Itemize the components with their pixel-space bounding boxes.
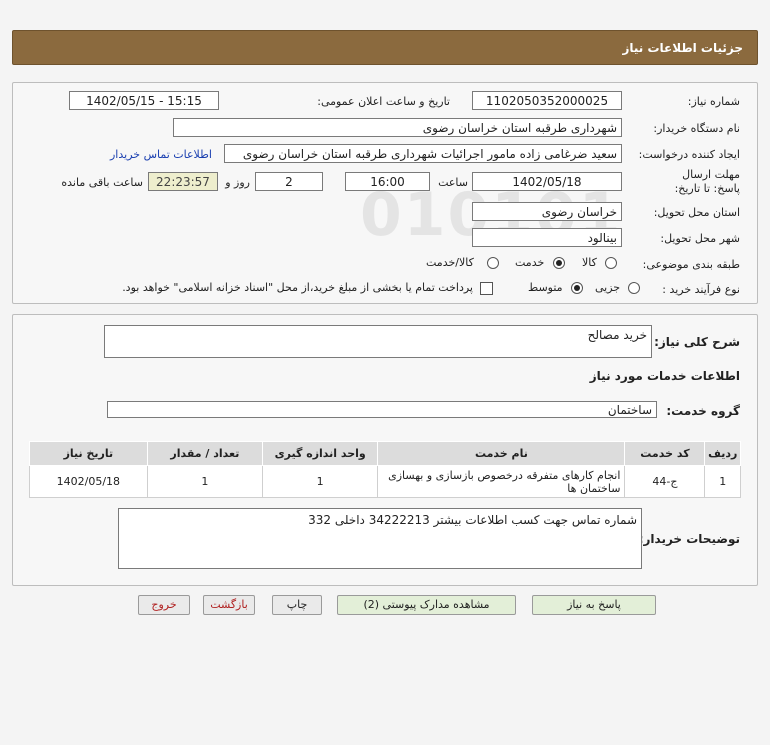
category-option-service: خدمت (515, 256, 545, 269)
service-group-label: گروه خدمت: (666, 404, 740, 418)
cell-need-date: 1402/05/18 (29, 465, 148, 498)
table-row: 1 ج-44 انجام کارهای متفرقه درخصوص بازساز… (29, 465, 741, 498)
cell-service-code: ج-44 (624, 465, 706, 498)
view-attachments-button[interactable]: مشاهده مدارک پیوستی (2) (337, 595, 516, 615)
city-field: بینالود (472, 228, 622, 247)
col-header-service-code: کد خدمت (624, 441, 706, 466)
col-header-quantity: تعداد / مقدار (146, 441, 264, 466)
cell-unit: 1 (262, 465, 379, 498)
process-radio-medium[interactable] (571, 282, 583, 294)
announce-field: 1402/05/15 - 15:15 (69, 91, 219, 110)
col-header-need-date: تاریخ نیاز (29, 441, 148, 466)
remaining-time-field: 22:23:57 (148, 172, 218, 191)
exit-button[interactable]: خروج (138, 595, 190, 615)
page-title: جزئیات اطلاعات نیاز (622, 41, 743, 55)
cell-service-name: انجام کارهای متفرقه درخصوص بازسازی و بهس… (377, 465, 626, 498)
days-field: 2 (255, 172, 323, 191)
treasury-payment-checkbox[interactable] (480, 282, 493, 295)
creator-field: سعید ضرغامی زاده مامور اجرائیات شهرداری … (224, 144, 622, 163)
province-field: خراسان رضوی (472, 202, 622, 221)
print-button[interactable]: چاپ (272, 595, 322, 615)
need-number-label: شماره نیاز: (687, 95, 740, 108)
col-header-unit: واحد اندازه گیری (262, 441, 379, 466)
summary-field: خرید مصالح (104, 325, 652, 358)
announce-label: تاریخ و ساعت اعلان عمومی: (317, 95, 450, 108)
services-section-title: اطلاعات خدمات مورد نیاز (589, 369, 740, 383)
category-label: طبقه بندی موضوعی: (642, 258, 740, 271)
back-button[interactable]: بازگشت (203, 595, 255, 615)
deadline-time-field: 16:00 (345, 172, 430, 191)
need-number-field: 1102050352000025 (472, 91, 622, 110)
treasury-payment-note: پرداخت تمام یا بخشی از مبلغ خرید،از محل … (122, 281, 473, 294)
col-header-row-number: ردیف (704, 441, 741, 466)
buyer-org-field: شهرداری طرقبه استان خراسان رضوی (173, 118, 622, 137)
category-radio-goods-service[interactable] (487, 257, 499, 269)
category-radio-service[interactable] (553, 257, 565, 269)
buyer-contact-link[interactable]: اطلاعات تماس خریدار (110, 148, 212, 161)
category-radio-goods[interactable] (605, 257, 617, 269)
province-label: استان محل تحویل: (653, 206, 740, 219)
buyer-notes-label: توضیحات خریدار: (638, 532, 740, 546)
summary-label: شرح کلی نیاز: (654, 335, 740, 349)
cell-quantity: 1 (146, 465, 264, 498)
city-label: شهر محل تحویل: (660, 232, 740, 245)
creator-label: ایجاد کننده درخواست: (638, 148, 740, 161)
buyer-notes-field: شماره تماس جهت کسب اطلاعات بیشتر 3422221… (118, 508, 642, 569)
deadline-label: مهلت ارسال پاسخ: تا تاریخ: (674, 168, 740, 195)
category-option-goods-service: کالا/خدمت (426, 256, 474, 269)
buyer-org-label: نام دستگاه خریدار: (653, 122, 740, 135)
services-table: ردیف کد خدمت نام خدمت واحد اندازه گیری ت… (29, 441, 741, 498)
service-group-field: ساختمان (107, 401, 657, 418)
process-radio-minor[interactable] (628, 282, 640, 294)
reply-button[interactable]: پاسخ به نیاز (532, 595, 656, 615)
category-option-goods: کالا (582, 256, 597, 269)
deadline-time-label: ساعت (438, 176, 468, 189)
services-table-wrap: ردیف کد خدمت نام خدمت واحد اندازه گیری ت… (29, 441, 741, 498)
process-option-minor: جزیی (595, 281, 621, 294)
process-option-medium: متوسط (528, 281, 563, 294)
page-header: جزئیات اطلاعات نیاز (12, 30, 758, 65)
deadline-date-field: 1402/05/18 (472, 172, 622, 191)
days-label: روز و (225, 176, 250, 189)
table-header-row: ردیف کد خدمت نام خدمت واحد اندازه گیری ت… (29, 441, 741, 466)
cell-row-number: 1 (704, 465, 741, 498)
col-header-service-name: نام خدمت (377, 441, 626, 466)
process-label: نوع فرآیند خرید : (662, 283, 740, 296)
remaining-label: ساعت باقی مانده (61, 176, 143, 189)
